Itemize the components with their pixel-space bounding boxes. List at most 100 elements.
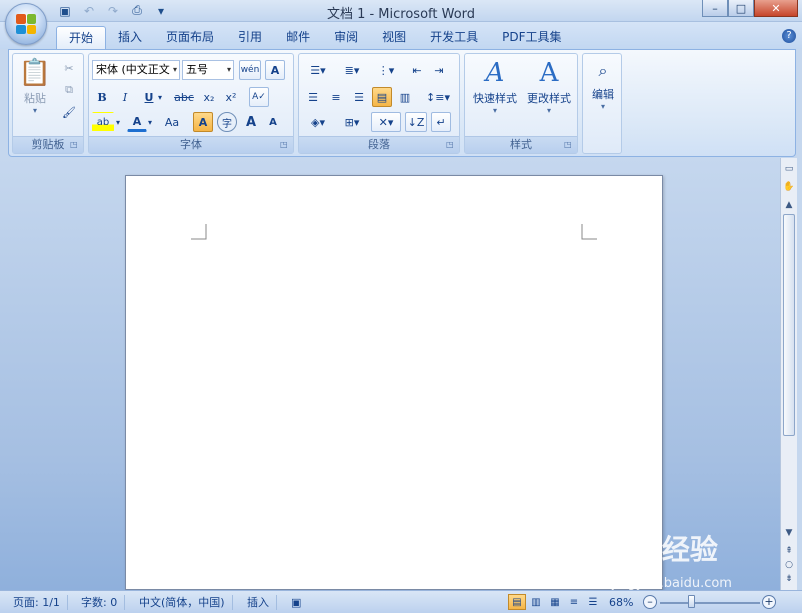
zoom-out-button[interactable]: –: [643, 595, 657, 609]
borders-button[interactable]: ⊞▾: [337, 112, 367, 132]
margin-corner-top-right: [581, 224, 597, 240]
clear-formatting-icon[interactable]: A✓: [249, 87, 269, 107]
binoculars-icon: ⌕: [598, 61, 608, 80]
paste-button[interactable]: 📋 粘贴 ▾: [17, 58, 53, 115]
styles-launcher-icon[interactable]: ◳: [564, 140, 574, 150]
window-title: 文档 1 - Microsoft Word: [326, 7, 476, 22]
zoom-level[interactable]: 68%: [602, 595, 640, 610]
close-button[interactable]: ✕: [754, 0, 798, 17]
distributed-icon[interactable]: ▥: [395, 87, 415, 107]
tab-developer[interactable]: 开发工具: [418, 26, 490, 49]
shrink-font-button[interactable]: A: [263, 112, 283, 132]
numbering-button[interactable]: ≣▾: [337, 60, 367, 80]
word-count[interactable]: 字数: 0: [74, 595, 126, 610]
macro-record-icon[interactable]: ▣: [284, 595, 308, 610]
font-size-combo[interactable]: 五号 ▾: [182, 60, 234, 80]
font-group: 宋体 (中文正文 ▾ 五号 ▾ wén A B I U ▾ abc x₂ x² A✓…: [88, 53, 294, 154]
strikethrough-button[interactable]: abc: [171, 87, 197, 107]
tab-review[interactable]: 审阅: [322, 26, 370, 49]
chevron-down-icon: ▾: [32, 106, 37, 115]
maximize-button[interactable]: □: [728, 0, 754, 17]
tab-home[interactable]: 开始: [56, 26, 107, 49]
scroll-down-icon[interactable]: ▼: [782, 526, 796, 540]
justify-icon[interactable]: ▤: [372, 87, 392, 107]
decrease-indent-icon[interactable]: ⇤: [407, 60, 427, 80]
bullets-button[interactable]: ☰▾: [303, 60, 333, 80]
font-color-dropdown-icon[interactable]: ▾: [145, 112, 155, 132]
outline-view-icon[interactable]: ≡: [565, 594, 583, 610]
show-marks-icon[interactable]: ↵: [431, 112, 451, 132]
help-icon[interactable]: ?: [782, 29, 796, 43]
scroll-up-icon[interactable]: ▲: [782, 198, 796, 212]
character-shading-button[interactable]: A: [193, 112, 213, 132]
font-launcher-icon[interactable]: ◳: [280, 140, 290, 150]
subscript-button[interactable]: x₂: [199, 87, 219, 107]
office-button[interactable]: [5, 3, 47, 45]
tab-mailings[interactable]: 邮件: [274, 26, 322, 49]
scrollbar-thumb[interactable]: [783, 214, 795, 436]
superscript-button[interactable]: x²: [221, 87, 241, 107]
draft-view-icon[interactable]: ☰: [584, 594, 602, 610]
browse-object-icon[interactable]: ○: [782, 558, 796, 572]
editing-button[interactable]: ⌕ 编辑 ▾: [585, 58, 621, 111]
language-indicator[interactable]: 中文(简体，中国): [132, 595, 233, 610]
shading-button[interactable]: ◈▾: [303, 112, 333, 132]
align-right-icon[interactable]: ☰: [349, 87, 369, 107]
tab-pdf-tools[interactable]: PDF工具集: [490, 26, 573, 49]
underline-dropdown-icon[interactable]: ▾: [155, 87, 165, 107]
hand-icon[interactable]: ✋: [782, 180, 796, 194]
bold-button[interactable]: B: [92, 87, 112, 107]
tab-page-layout[interactable]: 页面布局: [154, 26, 226, 49]
change-case-button[interactable]: Aa: [159, 112, 185, 132]
font-name-combo[interactable]: 宋体 (中文正文 ▾: [92, 60, 180, 80]
paragraph-group: ☰▾ ≣▾ ⋮▾ ⇤ ⇥ ☰ ≡ ☰ ▤ ▥ ↕≡▾ ◈▾ ⊞▾ ✕▾ ↓Z ↵…: [298, 53, 460, 154]
print-layout-view-icon[interactable]: ▤: [508, 594, 526, 610]
enclose-characters-button[interactable]: 字: [217, 112, 237, 132]
quick-styles-icon: A: [485, 58, 505, 88]
multilevel-list-button[interactable]: ⋮▾: [371, 60, 401, 80]
previous-page-icon[interactable]: ⇞: [782, 544, 796, 558]
full-screen-reading-icon[interactable]: ▥: [527, 594, 545, 610]
paragraph-launcher-icon[interactable]: ◳: [446, 140, 456, 150]
window-controls: – □ ✕: [702, 0, 798, 17]
zoom-in-button[interactable]: +: [762, 595, 776, 609]
align-center-icon[interactable]: ≡: [326, 87, 346, 107]
quick-styles-button[interactable]: A 快速样式 ▾: [469, 58, 521, 115]
ribbon-tabs-bar: 开始 插入 页面布局 引用 邮件 审阅 视图 开发工具 PDF工具集 ?: [0, 22, 802, 49]
next-page-icon[interactable]: ⇟: [782, 572, 796, 586]
cut-icon[interactable]: ✂: [59, 58, 79, 78]
italic-button[interactable]: I: [115, 87, 135, 107]
page-count[interactable]: 页面: 1/1: [6, 595, 68, 610]
zoom-slider-thumb[interactable]: [688, 595, 695, 608]
tab-view[interactable]: 视图: [370, 26, 418, 49]
line-spacing-button[interactable]: ↕≡▾: [423, 87, 453, 107]
font-color-button[interactable]: A: [127, 112, 147, 132]
format-painter-icon[interactable]: 🖌: [59, 102, 79, 122]
character-border-button[interactable]: A: [265, 60, 285, 80]
phonetic-guide-button[interactable]: wén: [239, 60, 261, 80]
vertical-scrollbar[interactable]: ▭ ✋ ▲ ▼ ⇞ ○ ⇟: [780, 158, 797, 590]
chevron-down-icon: ▾: [546, 106, 551, 115]
align-left-icon[interactable]: ☰: [303, 87, 323, 107]
tab-insert[interactable]: 插入: [106, 26, 154, 49]
clipboard-launcher-icon[interactable]: ◳: [70, 140, 80, 150]
font-group-label: 字体: [89, 136, 293, 153]
grow-font-button[interactable]: A: [241, 112, 261, 132]
ruler-toggle-icon[interactable]: ▭: [782, 162, 796, 176]
ribbon: 📋 粘贴 ▾ ✂ ⧉ 🖌 剪贴板 ◳ 宋体 (中文正文 ▾ 五号 ▾ wén A B…: [8, 49, 796, 157]
tab-references[interactable]: 引用: [226, 26, 274, 49]
paste-icon: 📋: [18, 58, 52, 88]
increase-indent-icon[interactable]: ⇥: [429, 60, 449, 80]
copy-icon[interactable]: ⧉: [59, 80, 79, 100]
minimize-button[interactable]: –: [702, 0, 728, 17]
sort-icon[interactable]: ↓Z: [405, 112, 427, 132]
highlight-dropdown-icon[interactable]: ▾: [113, 112, 123, 132]
insert-mode[interactable]: 插入: [240, 595, 277, 610]
zoom-slider-track[interactable]: [660, 602, 760, 604]
highlight-button[interactable]: ab: [92, 112, 114, 132]
office-logo-icon: [16, 14, 36, 34]
document-page[interactable]: [125, 175, 663, 590]
web-layout-icon[interactable]: ▦: [546, 594, 564, 610]
change-styles-button[interactable]: A 更改样式 ▾: [523, 58, 575, 115]
chinese-layout-button[interactable]: ✕▾: [371, 112, 401, 132]
